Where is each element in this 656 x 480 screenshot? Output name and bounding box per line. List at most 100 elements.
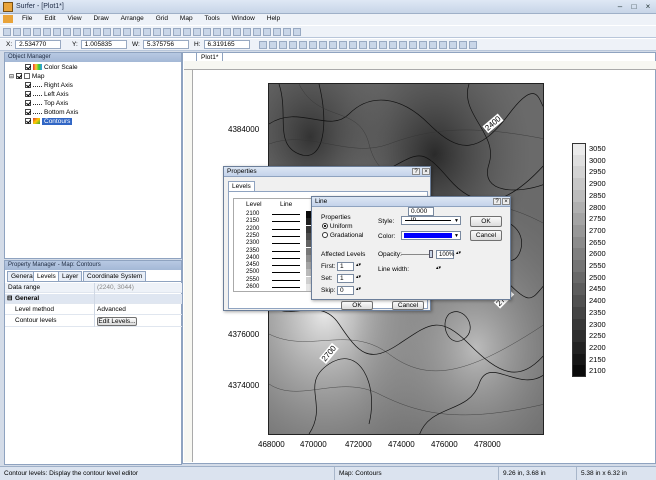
symbol-icon[interactable] <box>223 28 231 36</box>
align-bottom-icon[interactable] <box>359 41 367 49</box>
skip-field[interactable]: 0 <box>337 286 354 295</box>
x-field[interactable]: 2.534770 <box>15 40 62 49</box>
level-line-swatch[interactable] <box>272 228 300 230</box>
surface-icon[interactable] <box>469 41 477 49</box>
checkbox-icon[interactable] <box>25 64 31 71</box>
redraw-icon[interactable] <box>173 28 181 36</box>
zoom-in-icon[interactable] <box>113 28 121 36</box>
tab-coordinate-system[interactable]: Coordinate System <box>83 271 147 281</box>
ok-button[interactable]: OK <box>470 216 502 227</box>
group-icon[interactable] <box>369 41 377 49</box>
save-icon[interactable] <box>23 28 31 36</box>
column-level[interactable]: Level <box>246 201 262 208</box>
polygon-icon[interactable] <box>203 28 211 36</box>
shaded-relief-icon[interactable] <box>439 41 447 49</box>
edit-levels-button[interactable]: Edit Levels... <box>97 317 137 326</box>
menu-window[interactable]: Window <box>227 14 260 22</box>
help-icon[interactable]: ? <box>412 168 420 175</box>
image-map-icon[interactable] <box>429 41 437 49</box>
ellipse-icon[interactable] <box>253 28 261 36</box>
menu-file[interactable]: File <box>17 14 37 22</box>
ungroup-icon[interactable] <box>379 41 387 49</box>
collapse-icon[interactable]: ⊟ <box>7 294 12 304</box>
minimize-icon[interactable]: – <box>614 2 626 12</box>
rotate-icon[interactable] <box>299 41 307 49</box>
break-apart-icon[interactable] <box>399 41 407 49</box>
height-field[interactable]: 6.319165 <box>203 40 250 49</box>
tree-item-right-axis[interactable]: Right Axis <box>25 81 73 90</box>
y-field[interactable]: 1.005835 <box>80 40 127 49</box>
polyline-icon[interactable] <box>213 28 221 36</box>
opacity-slider[interactable] <box>401 250 433 258</box>
post-map-icon[interactable] <box>419 41 427 49</box>
copy-icon[interactable] <box>73 28 81 36</box>
tab-levels[interactable]: Levels <box>33 271 60 281</box>
zoom-rect-icon[interactable] <box>133 28 141 36</box>
text-icon[interactable] <box>193 28 201 36</box>
opacity-spinner-icon[interactable]: ▴▾ <box>456 250 461 256</box>
reshape-icon[interactable] <box>283 28 291 36</box>
align-center-icon[interactable] <box>319 41 327 49</box>
align-top-icon[interactable] <box>339 41 347 49</box>
menu-edit[interactable]: Edit <box>39 14 60 22</box>
menu-help[interactable]: Help <box>262 14 285 22</box>
menu-tools[interactable]: Tools <box>200 14 225 22</box>
properties-ok-button[interactable]: OK <box>341 301 373 310</box>
level-line-swatch[interactable] <box>272 214 300 215</box>
checkbox-icon[interactable] <box>25 91 31 98</box>
combine-icon[interactable] <box>389 41 397 49</box>
menu-draw[interactable]: Draw <box>88 14 113 22</box>
opacity-field[interactable]: 100% <box>436 250 454 259</box>
level-line-swatch[interactable] <box>272 265 300 267</box>
select-icon[interactable] <box>103 28 111 36</box>
set-field[interactable]: 1 <box>337 274 354 283</box>
tree-item-bottom-axis[interactable]: Bottom Axis <box>25 108 78 117</box>
properties-cancel-button[interactable]: Cancel <box>392 301 424 310</box>
gradational-radio[interactable]: Gradational <box>322 232 363 239</box>
align-right-icon[interactable] <box>329 41 337 49</box>
digitize-icon[interactable] <box>183 28 191 36</box>
rectangle-icon[interactable] <box>233 28 241 36</box>
rounded-rect-icon[interactable] <box>243 28 251 36</box>
contour-map-icon[interactable] <box>409 41 417 49</box>
level-line-swatch[interactable] <box>272 250 300 252</box>
checkbox-icon[interactable] <box>25 109 31 116</box>
tab-layer[interactable]: Layer <box>58 271 83 281</box>
opacity-slider-thumb[interactable] <box>429 250 433 258</box>
pan-icon[interactable] <box>163 28 171 36</box>
zoom-out-icon[interactable] <box>123 28 131 36</box>
spline-icon[interactable] <box>263 28 271 36</box>
tab-plot1[interactable]: Plot1* <box>196 52 224 61</box>
level-line-swatch[interactable] <box>272 287 300 288</box>
level-line-swatch[interactable] <box>272 221 300 223</box>
tree-item-left-axis[interactable]: Left Axis <box>25 90 69 99</box>
undo-icon[interactable] <box>43 28 51 36</box>
align-middle-icon[interactable] <box>349 41 357 49</box>
skip-spinner-icon[interactable]: ▴▾ <box>356 286 361 292</box>
backward-icon[interactable] <box>289 41 297 49</box>
level-line-swatch[interactable] <box>272 257 300 259</box>
level-line-swatch[interactable] <box>272 279 300 281</box>
redo-icon[interactable] <box>53 28 61 36</box>
first-spinner-icon[interactable]: ▴▾ <box>356 262 361 268</box>
help-icon[interactable]: ? <box>493 198 501 205</box>
help-icon[interactable] <box>293 28 301 36</box>
new-icon[interactable] <box>3 28 11 36</box>
forward-icon[interactable] <box>279 41 287 49</box>
align-left-icon[interactable] <box>309 41 317 49</box>
vector-map-icon[interactable] <box>449 41 457 49</box>
arrange-back-icon[interactable] <box>269 41 277 49</box>
maximize-icon[interactable]: □ <box>628 2 640 12</box>
document-menu-icon[interactable] <box>3 15 13 23</box>
line-width-spinner-icon[interactable]: ▴▾ <box>436 265 441 271</box>
tree-item-top-axis[interactable]: Top Axis <box>25 99 68 108</box>
delete-icon[interactable] <box>93 28 101 36</box>
menu-grid[interactable]: Grid <box>151 14 173 22</box>
tree-item-color-scale[interactable]: Color Scale <box>25 63 78 72</box>
level-line-swatch[interactable] <box>272 243 300 245</box>
uniform-radio[interactable]: Uniform <box>322 223 353 230</box>
cut-icon[interactable] <box>63 28 71 36</box>
arrow-icon[interactable] <box>273 28 281 36</box>
column-line[interactable]: Line <box>280 201 292 208</box>
print-icon[interactable] <box>33 28 41 36</box>
